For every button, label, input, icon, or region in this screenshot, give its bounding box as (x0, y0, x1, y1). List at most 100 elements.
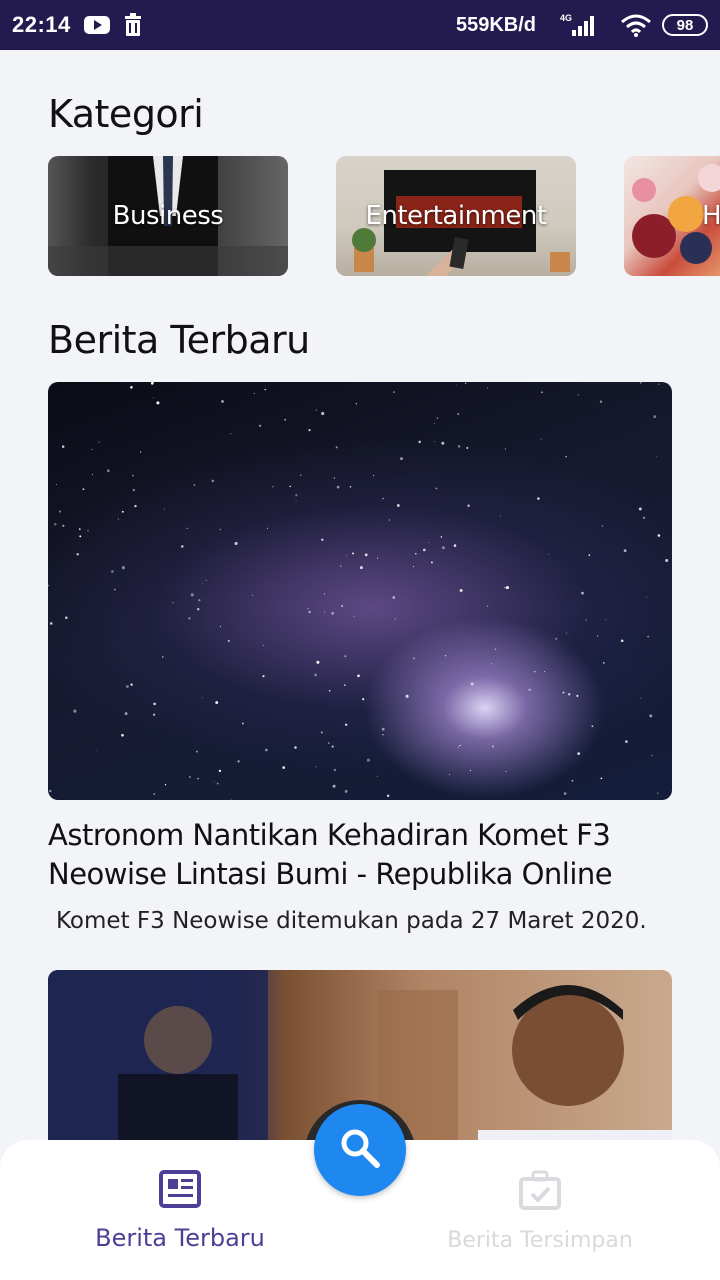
star (658, 383, 660, 385)
star (186, 527, 188, 530)
star (440, 536, 443, 538)
star (193, 484, 196, 486)
article-title[interactable]: Astronom Nantikan Kehadiran Komet F3 Neo… (48, 816, 678, 894)
star (227, 639, 230, 642)
star (91, 474, 93, 476)
star (237, 760, 240, 763)
star (58, 510, 62, 513)
star (345, 723, 348, 726)
star (428, 542, 430, 544)
star (646, 596, 648, 598)
category-card-health[interactable]: H (624, 156, 720, 276)
star (321, 538, 324, 541)
star (602, 662, 605, 664)
star (262, 644, 264, 647)
star (48, 584, 50, 587)
star (499, 515, 501, 517)
star (253, 393, 255, 394)
star (600, 777, 603, 780)
star (55, 484, 57, 486)
star (651, 754, 653, 757)
nav-berita-terbaru[interactable]: Berita Terbaru (60, 1170, 300, 1252)
youtube-icon (83, 14, 111, 36)
star (555, 637, 558, 640)
star (188, 617, 191, 620)
nav-label-berita-terbaru: Berita Terbaru (95, 1224, 265, 1252)
star (49, 789, 52, 793)
star (152, 397, 154, 399)
star (54, 522, 57, 526)
nav-berita-tersimpan[interactable]: Berita Tersimpan (420, 1170, 660, 1253)
star (156, 401, 160, 405)
star (264, 388, 266, 391)
star (505, 771, 507, 772)
star (98, 441, 100, 443)
star (121, 566, 125, 570)
star (328, 689, 331, 692)
star (316, 660, 320, 664)
star (382, 734, 384, 736)
category-card-business[interactable]: Business (48, 156, 288, 276)
star (457, 413, 460, 415)
star (324, 593, 326, 595)
star (434, 423, 436, 425)
star (459, 744, 461, 747)
star (441, 546, 445, 550)
star (196, 607, 200, 611)
star (308, 429, 311, 432)
star (111, 570, 114, 573)
star (467, 504, 470, 508)
star (327, 742, 330, 745)
star (540, 438, 542, 440)
star (567, 693, 571, 696)
star (394, 618, 396, 620)
category-label-health: H (702, 201, 720, 231)
category-card-entertainment[interactable]: Entertainment (336, 156, 576, 276)
star (643, 516, 645, 519)
article-image-comet[interactable] (48, 382, 672, 800)
star (537, 497, 540, 500)
star (372, 474, 374, 476)
star (490, 663, 492, 665)
star (504, 448, 506, 450)
star (320, 731, 323, 734)
star (534, 671, 536, 673)
star (364, 553, 368, 557)
star (563, 792, 567, 795)
star-field (48, 382, 669, 800)
star (91, 448, 93, 451)
star (295, 494, 298, 497)
star (585, 619, 587, 621)
star (258, 424, 262, 428)
star (265, 748, 268, 752)
star (599, 400, 603, 403)
star (441, 441, 445, 445)
star (333, 768, 337, 772)
star (87, 530, 89, 532)
star (234, 542, 238, 545)
star (219, 528, 222, 531)
star (415, 552, 417, 555)
star (620, 639, 624, 643)
star (623, 549, 627, 553)
star (377, 557, 379, 559)
star (61, 445, 65, 448)
search-button[interactable] (314, 1104, 406, 1196)
star (219, 626, 221, 628)
network-type: 4G (560, 13, 572, 23)
star (464, 382, 467, 384)
star (457, 445, 461, 448)
star (504, 587, 506, 589)
star (435, 487, 438, 490)
star (466, 446, 469, 450)
star (308, 610, 311, 614)
star (153, 793, 156, 795)
trash-icon (123, 13, 143, 37)
star (289, 485, 291, 488)
star (349, 485, 352, 488)
star (436, 417, 439, 419)
star (333, 477, 336, 479)
star (163, 508, 165, 510)
star (565, 632, 567, 634)
star (362, 698, 365, 701)
